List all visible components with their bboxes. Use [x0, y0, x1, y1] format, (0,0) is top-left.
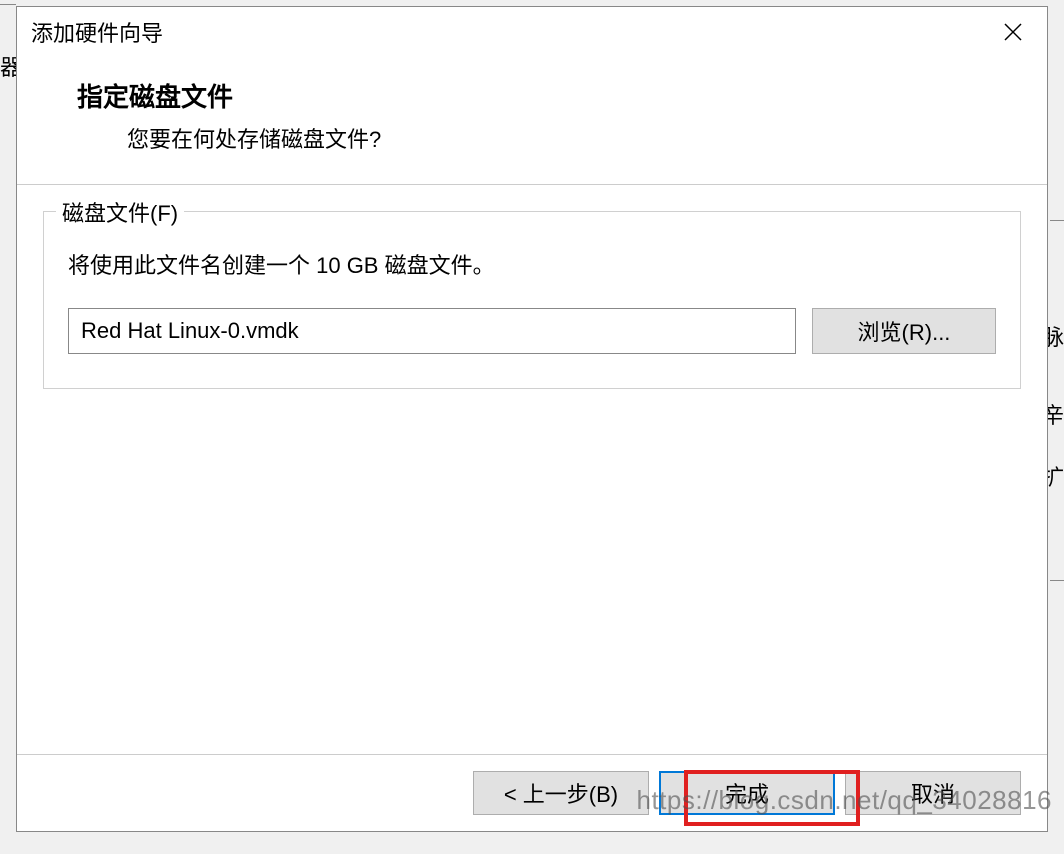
- fieldset-legend: 磁盘文件(F): [56, 196, 184, 228]
- back-button[interactable]: < 上一步(B): [473, 771, 649, 815]
- browse-button[interactable]: 浏览(R)...: [812, 308, 996, 354]
- wizard-content: 磁盘文件(F) 将使用此文件名创建一个 10 GB 磁盘文件。 浏览(R)...: [17, 185, 1047, 754]
- finish-button[interactable]: 完成: [659, 771, 835, 815]
- wizard-header-title: 指定磁盘文件: [77, 77, 1007, 114]
- wizard-button-row: < 上一步(B) 完成 取消: [17, 754, 1047, 831]
- file-input-row: 浏览(R)...: [68, 308, 996, 354]
- close-icon[interactable]: [993, 12, 1033, 52]
- disk-file-fieldset: 磁盘文件(F) 将使用此文件名创建一个 10 GB 磁盘文件。 浏览(R)...: [43, 211, 1021, 389]
- disk-file-input[interactable]: [68, 308, 796, 354]
- cancel-button[interactable]: 取消: [845, 771, 1021, 815]
- titlebar: 添加硬件向导: [17, 7, 1047, 57]
- wizard-header: 指定磁盘文件 您要在何处存储磁盘文件?: [17, 57, 1047, 185]
- fieldset-description: 将使用此文件名创建一个 10 GB 磁盘文件。: [68, 248, 996, 280]
- dialog-title: 添加硬件向导: [31, 16, 163, 48]
- wizard-header-subtitle: 您要在何处存储磁盘文件?: [127, 122, 1007, 154]
- add-hardware-wizard-dialog: 添加硬件向导 指定磁盘文件 您要在何处存储磁盘文件? 磁盘文件(F) 将使用此文…: [16, 6, 1048, 832]
